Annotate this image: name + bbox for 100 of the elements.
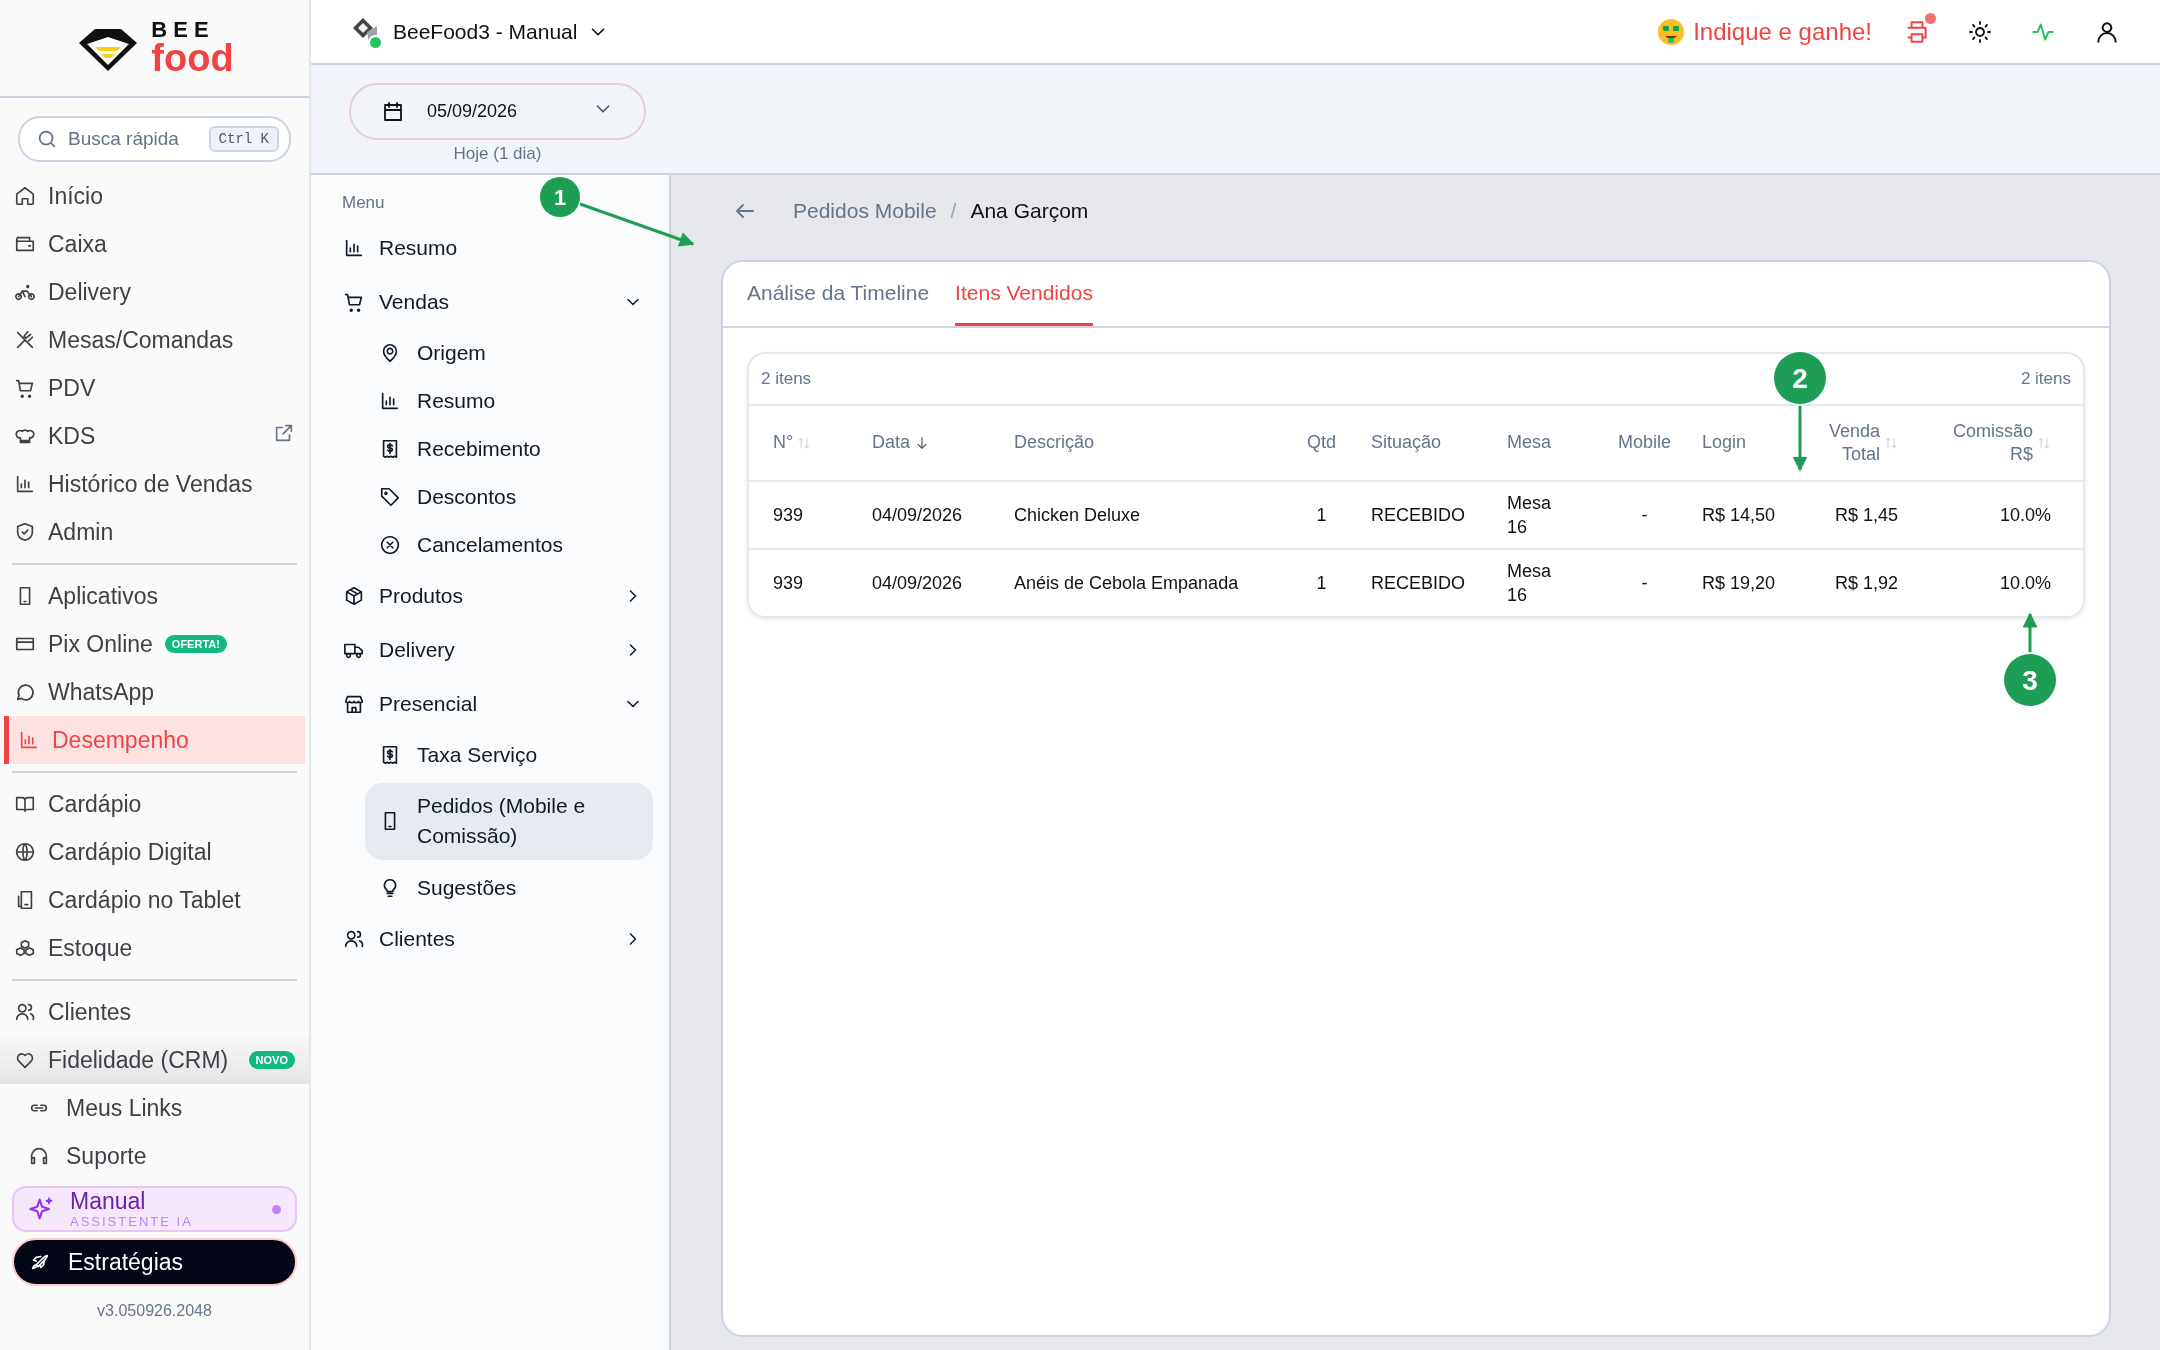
store-selector[interactable]: BeeFood3 - Manual: [347, 13, 610, 50]
step-marker: 3: [2004, 654, 2056, 706]
tab[interactable]: Análise da Timeline: [747, 262, 930, 326]
sidebar-item[interactable]: Aplicativos: [0, 572, 309, 620]
sidebar-item[interactable]: Cardápio: [0, 780, 309, 828]
referral-link[interactable]: Indique e ganhe!: [1657, 17, 1872, 46]
menu-item[interactable]: Produtos: [331, 569, 653, 623]
chat-bubble-icon: [14, 681, 36, 703]
bar-chart-icon: [18, 729, 40, 751]
table-cell: -: [1641, 504, 1648, 525]
tab[interactable]: Itens Vendidos: [955, 262, 1093, 326]
sidebar-item[interactable]: Suporte: [0, 1132, 309, 1180]
table-cell: 10.0%: [1999, 572, 2051, 593]
sidebar-item[interactable]: Meus Links: [0, 1084, 309, 1132]
sidebar-item[interactable]: Estoque: [0, 924, 309, 972]
table-cell-text: Mesa 16: [1507, 559, 1552, 607]
cart-icon: [14, 377, 36, 399]
tag-icon: [379, 486, 401, 508]
headset-icon: [28, 1145, 50, 1167]
sidebar-item[interactable]: Mesas/Comandas: [0, 316, 309, 364]
search-icon: [36, 128, 58, 150]
item-count: 2 itens: [761, 369, 812, 389]
badge: OFERTA!: [164, 635, 227, 653]
search-input[interactable]: Busca rápida: [68, 128, 198, 150]
table-cell: 939: [773, 572, 804, 593]
submenu-item[interactable]: Recebimento: [365, 425, 653, 473]
cart-icon: [343, 291, 365, 313]
breadcrumb-separator: /: [950, 199, 957, 223]
table-cell: R$ 1,92: [1834, 572, 1898, 593]
menu-heading: Menu: [342, 193, 385, 213]
submenu-item[interactable]: Resumo: [365, 377, 653, 425]
sidebar-item[interactable]: Admin: [0, 508, 309, 556]
sidebar-item[interactable]: Início: [0, 172, 309, 220]
calendar-icon: [381, 99, 405, 124]
logo-text: BEE: [151, 19, 216, 41]
submenu-item[interactable]: Cancelamentos: [365, 521, 653, 569]
table-cell: R$ 1,45: [1834, 504, 1898, 525]
sidebar-item[interactable]: Caixa: [0, 220, 309, 268]
submenu-item[interactable]: Sugestões: [365, 863, 653, 912]
table-cell: RECEBIDO: [1371, 572, 1466, 593]
table-cell-text: Mesa 16: [1507, 491, 1552, 539]
table-cell: 04/09/2026: [872, 572, 963, 593]
submenu-item[interactable]: Origem: [365, 329, 653, 377]
status-dot: [272, 1204, 281, 1214]
table-cell: 1: [1316, 572, 1327, 593]
menu-item[interactable]: Presencial: [331, 677, 653, 731]
sidebar-item[interactable]: Cardápio no Tablet: [0, 876, 309, 924]
breadcrumb-link[interactable]: Pedidos Mobile: [793, 199, 937, 223]
boxes-icon: [14, 937, 36, 959]
menu-item[interactable]: Vendas: [331, 275, 653, 329]
table-cell: 939: [773, 504, 804, 525]
globe-icon: [14, 841, 36, 863]
cube-icon: [343, 585, 365, 607]
sidebar-item[interactable]: Fidelidade (CRM) NOVO: [0, 1036, 309, 1084]
table-cell: 10.0%: [1999, 504, 2051, 525]
submenu-item[interactable]: Descontos: [365, 473, 653, 521]
sort-icon: [1884, 436, 1898, 450]
table-cell: R$ 19,20: [1702, 572, 1776, 593]
pointer-arrow: [2022, 612, 2038, 652]
sidebar-item[interactable]: Histórico de Vendas: [0, 460, 309, 508]
column-header[interactable]: Comissão R$: [1941, 419, 2051, 467]
table-cell: Anéis de Cebola Empanada: [1014, 572, 1239, 593]
date-range-caption: Hoje (1 dia): [452, 144, 543, 164]
search-field[interactable]: Busca rápida Ctrl K: [18, 116, 291, 162]
column-header[interactable]: Venda Total: [1800, 419, 1898, 467]
breadcrumb-current: Ana Garçom: [970, 199, 1089, 223]
logo-text: food: [151, 39, 234, 77]
column-header: Descrição: [1014, 431, 1095, 455]
column-header[interactable]: N°: [773, 431, 812, 455]
printer-icon: [1904, 18, 1930, 45]
step-marker: 2: [1774, 352, 1826, 404]
sidebar-item[interactable]: WhatsApp: [0, 668, 309, 716]
menu-item[interactable]: Clientes: [331, 911, 653, 966]
column-header[interactable]: Data: [872, 431, 931, 455]
sort-icon: [2037, 436, 2051, 450]
submenu-item[interactable]: Pedidos (Mobile e Comissão): [365, 783, 653, 860]
pointer-arrow: [1792, 406, 1808, 472]
sidebar-item[interactable]: Cardápio Digital: [0, 828, 309, 876]
table-cell: 1: [1316, 504, 1327, 525]
table-cell: Chicken Deluxe: [1014, 504, 1141, 525]
date-picker[interactable]: 05/09/2026: [349, 83, 646, 140]
version-label: v3.050926.2048: [96, 1302, 213, 1320]
sidebar-item[interactable]: KDS: [0, 412, 309, 460]
assistant-button[interactable]: Manual ASSISTENTE IA: [12, 1186, 297, 1232]
menu-item[interactable]: Delivery: [331, 623, 653, 677]
badge: NOVO: [248, 1051, 295, 1069]
assistant-title: Manual: [70, 1190, 147, 1213]
submenu-item[interactable]: Taxa Serviço: [365, 731, 653, 779]
store-icon: [343, 693, 365, 715]
strategies-button[interactable]: Estratégias: [12, 1238, 297, 1286]
sidebar-item[interactable]: PDV: [0, 364, 309, 412]
item-count: 2 itens: [2020, 369, 2071, 389]
column-header: Mesa: [1507, 431, 1551, 455]
bar-chart-icon: [379, 390, 401, 412]
column-header: Mobile: [1618, 431, 1671, 455]
shortcut-key: Ctrl K: [208, 126, 279, 152]
sidebar-item[interactable]: Delivery: [0, 268, 309, 316]
menu-item[interactable]: Resumo: [331, 221, 653, 275]
sidebar-item[interactable]: Clientes: [0, 988, 309, 1036]
sidebar-item[interactable]: Pix Online OFERTA!: [0, 620, 309, 668]
